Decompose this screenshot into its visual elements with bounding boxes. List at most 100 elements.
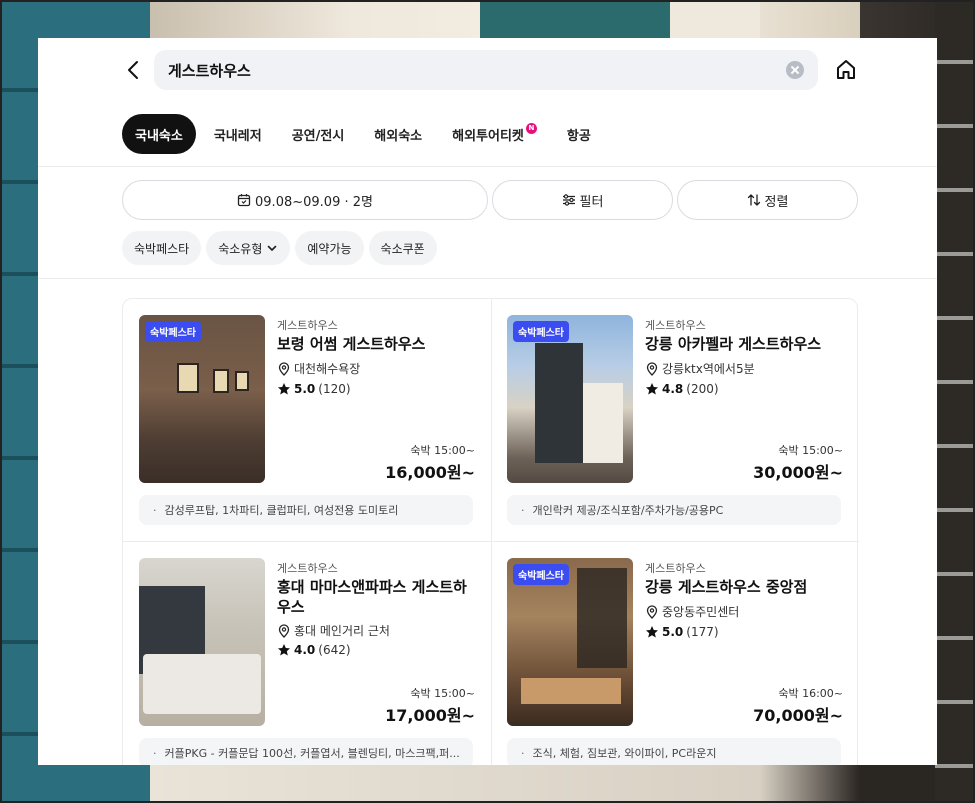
amenities-box: · 조식, 체험, 짐보관, 와이파이, PC라운지 xyxy=(507,738,841,765)
tab-label: 해외숙소 xyxy=(374,128,423,144)
tab-flight[interactable]: 항공 xyxy=(555,114,603,154)
chip-label: 숙소유형 xyxy=(218,241,263,256)
search-box[interactable] xyxy=(154,50,818,90)
listing-rating: 4.8 (200) xyxy=(645,382,719,396)
date-guests-button[interactable]: 09.08~09.09 · 2명 xyxy=(122,180,488,220)
background-right xyxy=(935,0,975,803)
search-input[interactable] xyxy=(168,61,786,79)
listing-card[interactable]: 숙박페스타 게스트하우스 강릉 아카펠라 게스트하우스 강릉ktx역에서5분 4… xyxy=(491,299,859,541)
home-button[interactable] xyxy=(834,58,858,82)
clear-icon[interactable] xyxy=(786,61,804,79)
tab-domestic-stay[interactable]: 국내숙소 xyxy=(122,114,196,154)
rating-value: 4.8 xyxy=(662,382,684,396)
search-results-panel: 국내숙소 국내레저 공연/전시 해외숙소 해외투어티켓N 항공 09.08~09… xyxy=(38,38,937,765)
tab-overseas-tour[interactable]: 해외투어티켓 N xyxy=(440,114,549,154)
amenities-box: · 개인락커 제공/조식포함/주차가능/공용PC xyxy=(507,495,841,525)
listing-photo: 숙박페스타 xyxy=(507,558,633,726)
amenities-text: 개인락커 제공/조식포함/주차가능/공용PC xyxy=(532,504,724,517)
sort-label: 정렬 xyxy=(764,194,789,210)
listing-rating: 5.0 (177) xyxy=(645,625,719,639)
review-count: (120) xyxy=(318,382,351,396)
divider xyxy=(38,166,937,167)
listing-price: 30,000원~ xyxy=(753,463,843,482)
back-button[interactable] xyxy=(122,58,146,82)
listing-photo xyxy=(139,558,265,726)
star-icon xyxy=(278,383,290,395)
listing-rating: 5.0 (120) xyxy=(277,382,351,396)
chip-coupon[interactable]: 숙소쿠폰 xyxy=(368,231,437,265)
date-guests-label: 09.08~09.09 · 2명 xyxy=(255,194,373,210)
listing-name: 보령 어썸 게스트하우스 xyxy=(277,335,426,353)
star-icon xyxy=(646,383,658,395)
map-pin-icon xyxy=(278,361,290,376)
amenities-box: · 커플PKG - 커플문답 100선, 커플엽서, 블렌딩티, 마스크팩,퍼..… xyxy=(139,738,473,765)
filter-button[interactable]: 필터 xyxy=(492,180,673,220)
listing-name: 강릉 아카펠라 게스트하우스 xyxy=(645,335,822,353)
festa-badge: 숙박페스타 xyxy=(513,564,569,585)
checkin-time: 숙박 15:00~ xyxy=(410,444,475,457)
chip-stay-type[interactable]: 숙소유형 xyxy=(206,231,291,265)
festa-badge: 숙박페스타 xyxy=(145,321,201,342)
amenities-text: 조식, 체험, 짐보관, 와이파이, PC라운지 xyxy=(532,747,717,760)
tab-label: 항공 xyxy=(566,128,591,144)
background-top xyxy=(150,0,760,40)
tab-overseas-stay[interactable]: 해외숙소 xyxy=(362,114,434,154)
sort-button[interactable]: 정렬 xyxy=(677,180,858,220)
amenities-box: · 감성루프탑, 1차파티, 클럽파티, 여성전용 도미토리 xyxy=(139,495,473,525)
checkin-time: 숙박 16:00~ xyxy=(778,687,843,700)
listing-grid: 숙박페스타 게스트하우스 보령 어썸 게스트하우스 대천해수욕장 5.0 (12… xyxy=(122,298,859,765)
map-pin-icon xyxy=(646,604,658,619)
location-text: 홍대 메인거리 근처 xyxy=(294,624,390,638)
listing-category: 게스트하우스 xyxy=(277,319,338,332)
map-pin-icon xyxy=(646,361,658,376)
rating-value: 4.0 xyxy=(294,643,316,657)
amenities-text: 커플PKG - 커플문답 100선, 커플엽서, 블렌딩티, 마스크팩,퍼... xyxy=(164,747,460,760)
tab-label: 국내레저 xyxy=(213,128,262,144)
listing-category: 게스트하우스 xyxy=(645,562,706,575)
review-count: (200) xyxy=(686,382,719,396)
rating-value: 5.0 xyxy=(662,625,684,639)
checkin-time: 숙박 15:00~ xyxy=(410,687,475,700)
divider xyxy=(38,278,937,279)
tab-performance[interactable]: 공연/전시 xyxy=(280,114,357,154)
map-pin-icon xyxy=(278,623,290,638)
festa-badge: 숙박페스타 xyxy=(513,321,569,342)
listing-card[interactable]: 숙박페스타 게스트하우스 보령 어썸 게스트하우스 대천해수욕장 5.0 (12… xyxy=(123,299,491,541)
listing-name: 강릉 게스트하우스 중앙점 xyxy=(645,578,808,596)
listing-price: 70,000원~ xyxy=(753,706,843,725)
amenities-text: 감성루프탑, 1차파티, 클럽파티, 여성전용 도미토리 xyxy=(164,504,399,517)
listing-photo: 숙박페스타 xyxy=(139,315,265,483)
chip-available[interactable]: 예약가능 xyxy=(295,231,364,265)
home-icon xyxy=(837,60,855,79)
tab-label: 국내숙소 xyxy=(135,128,183,144)
listing-card[interactable]: 게스트하우스 홍대 마마스앤파파스 게스트하우스 홍대 메인거리 근처 4.0 … xyxy=(123,542,491,765)
review-count: (642) xyxy=(318,643,351,657)
chip-stay-festa[interactable]: 숙박페스타 xyxy=(122,231,202,265)
tab-label: 공연/전시 xyxy=(291,128,345,144)
sort-icon xyxy=(747,194,760,206)
listing-price: 17,000원~ xyxy=(385,706,475,725)
chip-label: 숙박페스타 xyxy=(134,241,190,256)
location-text: 대천해수욕장 xyxy=(294,362,361,376)
listing-rating: 4.0 (642) xyxy=(277,643,351,657)
new-badge: N xyxy=(525,122,537,134)
listing-location: 대천해수욕장 xyxy=(277,360,360,377)
rating-value: 5.0 xyxy=(294,382,316,396)
filter-label: 필터 xyxy=(579,194,604,210)
location-text: 중앙동주민센터 xyxy=(662,605,740,619)
checkin-time: 숙박 15:00~ xyxy=(778,444,843,457)
listing-card[interactable]: 숙박페스타 게스트하우스 강릉 게스트하우스 중앙점 중앙동주민센터 5.0 (… xyxy=(491,542,859,765)
chip-label: 숙소쿠폰 xyxy=(380,241,425,256)
chip-label: 예약가능 xyxy=(307,241,352,256)
listing-location: 홍대 메인거리 근처 xyxy=(277,622,390,639)
star-icon xyxy=(646,626,658,638)
tab-domestic-leisure[interactable]: 국내레저 xyxy=(202,114,274,154)
calendar-icon xyxy=(237,194,251,207)
chevron-left-icon xyxy=(128,61,138,79)
listing-location: 중앙동주민센터 xyxy=(645,603,739,620)
sliders-icon xyxy=(562,194,575,206)
listing-price: 16,000원~ xyxy=(385,463,475,482)
listing-category: 게스트하우스 xyxy=(277,562,338,575)
listing-category: 게스트하우스 xyxy=(645,319,706,332)
category-tabs: 국내숙소 국내레저 공연/전시 해외숙소 해외투어티켓 N 항공 xyxy=(122,114,603,154)
